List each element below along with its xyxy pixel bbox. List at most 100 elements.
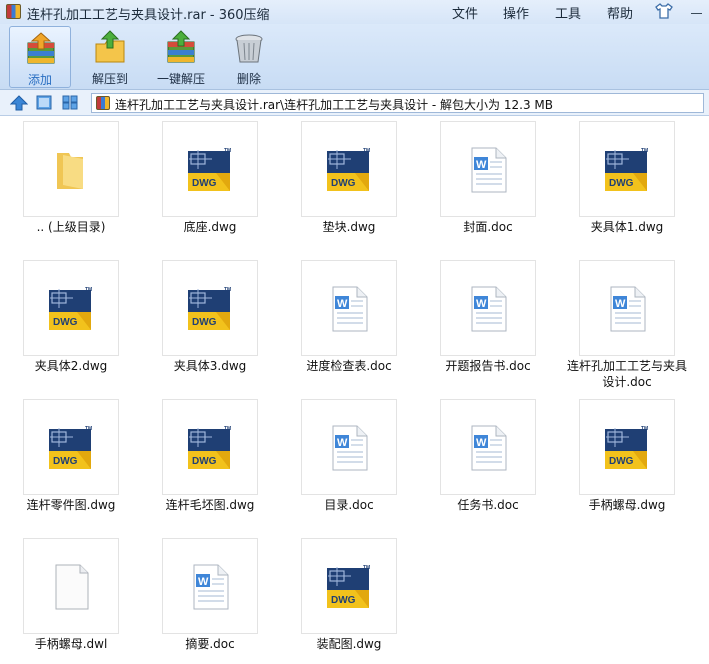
one-click-extract-button[interactable]: 一键解压 [150,26,212,88]
file-name: 手柄螺母.dwl [34,637,108,651]
file-name: 夹具体1.dwg [590,220,664,234]
blank-file-icon [55,564,89,610]
file-name: 开题报告书.doc [445,359,531,373]
file-thumbnail[interactable]: W [301,399,397,495]
file-thumbnail[interactable]: DWG TM [23,260,119,356]
dwg-trademark: TM [85,426,92,432]
large-icon-view-icon[interactable] [36,95,52,110]
trash-bin-icon [235,34,263,63]
add-button[interactable]: 添加 [9,26,71,88]
file-thumbnail[interactable]: W [579,260,675,356]
file-name: 装配图.dwg [316,637,382,651]
file-thumbnail[interactable]: W [162,538,258,634]
file-name: 底座.dwg [183,220,237,234]
dwg-badge: DWG [609,178,634,189]
dwg-badge: DWG [53,456,78,467]
file-item[interactable]: DWG TM 夹具体2.dwg [19,256,139,386]
file-thumbnail[interactable]: DWG TM [162,399,258,495]
dwg-trademark: TM [363,565,370,571]
dwg-badge: DWG [192,317,217,328]
word-letter: W [337,437,348,449]
dwg-file-icon: DWG TM [188,426,231,469]
file-thumbnail[interactable]: W [440,121,536,217]
file-name: 任务书.doc [457,498,519,512]
file-name: 摘要.doc [185,637,235,651]
file-item[interactable]: W 开题报告书.doc [436,256,556,386]
file-name: .. (上级目录) [36,220,106,234]
file-item[interactable]: W 任务书.doc [436,395,556,525]
skin-shirt-icon[interactable] [654,2,674,20]
file-item[interactable]: DWG TM 装配图.dwg [297,534,417,664]
file-thumbnail[interactable]: W [301,260,397,356]
one-click-extract-label: 一键解压 [156,72,205,86]
extract-to-button[interactable]: 解压到 [79,26,141,88]
file-item[interactable]: W 进度检查表.doc [297,256,417,386]
toolbar: 添加 解压到 一键解压 删除 [0,24,709,90]
folder-icon [57,153,83,189]
doc-file-icon: W [471,425,507,471]
path-field[interactable]: 连杆孔加工工艺与夹具设计.rar\连杆孔加工工艺与夹具设计 - 解包大小为 12… [91,93,704,113]
file-thumbnail[interactable]: DWG TM [301,538,397,634]
file-item[interactable]: DWG TM 夹具体1.dwg [575,117,695,247]
delete-button[interactable]: 删除 [218,26,280,88]
dwg-badge: DWG [192,456,217,467]
menu-file[interactable]: 文件 [452,3,478,22]
word-letter: W [476,298,487,310]
small-icon-view-icon[interactable] [62,95,78,110]
file-thumbnail[interactable]: W [440,260,536,356]
dwg-file-icon: DWG TM [605,426,648,469]
doc-file-icon: W [193,564,229,610]
dwg-badge: DWG [331,178,356,189]
file-thumbnail[interactable]: DWG TM [579,121,675,217]
file-item[interactable]: DWG TM 夹具体3.dwg [158,256,278,386]
file-list: .. (上级目录) DWG TM 底座.dwg DWG TM 垫块.dwg W 封面.doc DW… [0,117,709,664]
one-click-extract-icon [167,30,195,63]
file-item[interactable]: DWG TM 连杆毛坯图.dwg [158,395,278,525]
doc-file-icon: W [332,286,368,332]
word-letter: W [337,298,348,310]
menu-help[interactable]: 帮助 [607,3,633,22]
file-thumbnail[interactable]: DWG TM [301,121,397,217]
archive-icon [96,96,110,110]
file-item[interactable]: DWG TM 底座.dwg [158,117,278,247]
dwg-trademark: TM [363,148,370,154]
file-name: 连杆毛坯图.dwg [165,498,255,512]
file-item[interactable]: DWG TM 连杆零件图.dwg [19,395,139,525]
dwg-badge: DWG [192,178,217,189]
file-name: 连杆零件图.dwg [26,498,116,512]
file-item[interactable]: DWG TM 垫块.dwg [297,117,417,247]
file-name: 封面.doc [463,220,513,234]
word-letter: W [476,159,487,171]
dwg-file-icon: DWG TM [327,148,370,191]
file-item[interactable]: W 目录.doc [297,395,417,525]
file-item[interactable]: W 连杆孔加工工艺与夹具设计.doc [567,256,695,389]
file-item[interactable]: .. (上级目录) [19,117,139,247]
file-name: 垫块.dwg [322,220,376,234]
file-thumbnail[interactable]: DWG TM [162,121,258,217]
up-arrow-icon[interactable] [10,95,28,111]
word-letter: W [476,437,487,449]
file-item[interactable]: 手柄螺母.dwl [19,534,139,664]
file-thumbnail[interactable]: DWG TM [579,399,675,495]
file-thumbnail[interactable]: DWG TM [23,399,119,495]
file-name: 手柄螺母.dwg [588,498,666,512]
app-icon [6,4,21,19]
dwg-file-icon: DWG TM [605,148,648,191]
file-name: 进度检查表.doc [306,359,392,373]
menu-operation[interactable]: 操作 [503,3,529,22]
menu-tools[interactable]: 工具 [555,3,581,22]
extract-folder-icon [95,30,125,63]
address-bar: 连杆孔加工工艺与夹具设计.rar\连杆孔加工工艺与夹具设计 - 解包大小为 12… [0,90,709,116]
delete-label: 删除 [236,72,261,86]
file-thumbnail[interactable] [23,538,119,634]
file-thumbnail[interactable] [23,121,119,217]
file-thumbnail[interactable]: W [440,399,536,495]
file-item[interactable]: W 封面.doc [436,117,556,247]
file-item[interactable]: W 摘要.doc [158,534,278,664]
dwg-trademark: TM [224,426,231,432]
file-item[interactable]: DWG TM 手柄螺母.dwg [575,395,695,525]
extract-to-label: 解压到 [91,72,128,86]
minimize-button[interactable] [686,4,706,20]
add-label: 添加 [27,73,52,87]
file-thumbnail[interactable]: DWG TM [162,260,258,356]
